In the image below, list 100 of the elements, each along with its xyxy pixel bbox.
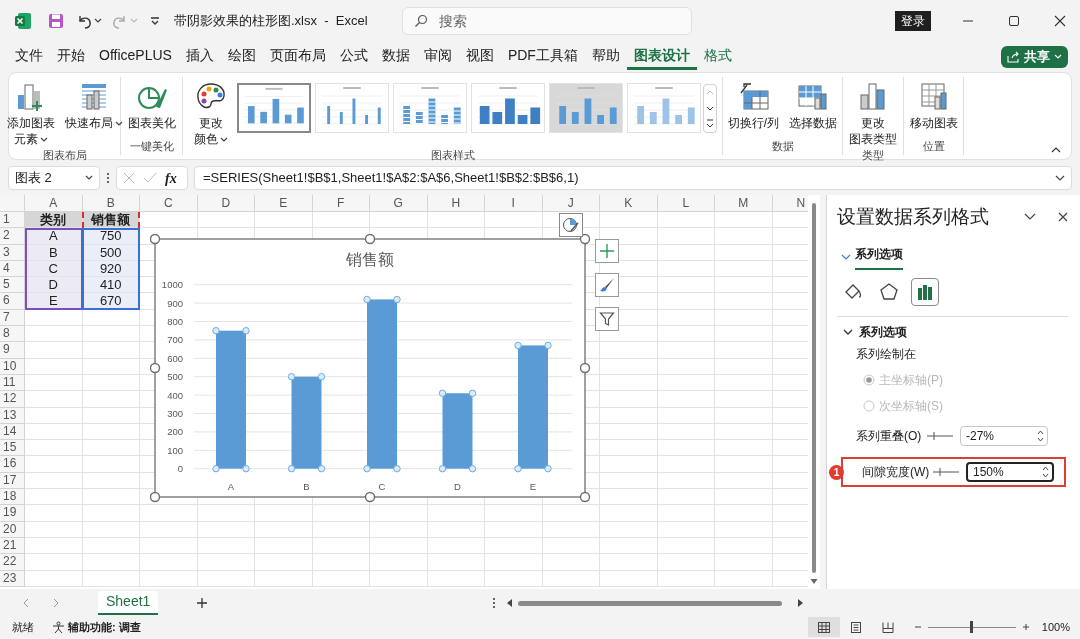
resize-handle[interactable] xyxy=(364,234,376,245)
name-box[interactable]: 图表 2 xyxy=(8,166,100,190)
resize-handle[interactable] xyxy=(579,234,591,245)
column-header[interactable]: F xyxy=(312,195,370,212)
maximize-icon[interactable] xyxy=(1008,15,1020,27)
column-header[interactable]: B xyxy=(82,195,140,212)
row-header[interactable]: 2 xyxy=(0,228,25,245)
normal-view-button[interactable] xyxy=(807,617,840,637)
column-header[interactable]: C xyxy=(140,195,198,212)
resize-handle[interactable] xyxy=(150,234,161,245)
vertical-scrollbar[interactable] xyxy=(808,195,820,589)
close-icon[interactable] xyxy=(1054,15,1066,27)
ribbon-tab[interactable]: 绘图 xyxy=(220,44,263,70)
ribbon-tab[interactable]: 视图 xyxy=(458,44,501,70)
accessibility-icon[interactable] xyxy=(52,620,65,634)
ribbon-button[interactable]: 选择数据 xyxy=(784,77,843,131)
slider-icon[interactable] xyxy=(926,431,954,441)
row-header[interactable]: 15 xyxy=(0,440,25,457)
table-cell xyxy=(657,537,715,555)
more-icon[interactable] xyxy=(492,596,497,609)
ribbon-tab[interactable]: 帮助 xyxy=(584,44,627,70)
column-header[interactable]: M xyxy=(715,195,773,212)
spin-field[interactable]: 150% xyxy=(966,462,1054,482)
sign-in-button[interactable]: 登录 xyxy=(895,11,931,31)
collapse-ribbon-icon[interactable] xyxy=(1051,146,1061,153)
table-cell xyxy=(657,440,715,457)
ribbon-button[interactable]: 更改 颜色 xyxy=(188,77,233,147)
resize-handle[interactable] xyxy=(150,491,161,503)
spinner-arrows-icon[interactable] xyxy=(1037,429,1044,443)
column-header[interactable]: I xyxy=(485,195,543,212)
ribbon-tab[interactable]: 审阅 xyxy=(416,44,459,70)
quick-analysis-button[interactable] xyxy=(559,213,583,237)
excel-logo-icon[interactable] xyxy=(14,12,32,30)
ribbon-tab[interactable]: 插入 xyxy=(178,44,221,70)
row-header[interactable]: 19 xyxy=(0,505,25,522)
formula-field[interactable]: =SERIES(Sheet1!$B$1,Sheet1!$A$2:$A$6,Sheet1!$B$2:$B$6,1) xyxy=(194,166,1072,190)
ribbon-tab[interactable]: 数据 xyxy=(374,44,417,70)
close-icon[interactable] xyxy=(1058,212,1068,222)
zoom-in-icon[interactable] xyxy=(1021,623,1030,631)
row-header[interactable]: 1 xyxy=(0,212,25,229)
ribbon-button[interactable]: 切换行/列 xyxy=(722,77,785,131)
insert-function-button[interactable]: fx xyxy=(165,167,177,189)
row-header[interactable]: 5 xyxy=(0,277,25,294)
ribbon-tab[interactable]: 开始 xyxy=(50,44,92,70)
row-header[interactable]: 9 xyxy=(0,342,25,359)
zoom-level[interactable]: 100% xyxy=(1041,618,1070,636)
chart-elements-button[interactable] xyxy=(595,239,619,263)
slider-icon[interactable] xyxy=(932,467,960,477)
undo-icon[interactable] xyxy=(76,13,92,29)
bar-chart-tab[interactable] xyxy=(911,278,939,306)
column-header[interactable]: G xyxy=(370,195,428,212)
save-icon[interactable] xyxy=(48,13,64,29)
expand-icon[interactable] xyxy=(1055,175,1065,181)
ribbon-button[interactable]: 更改 图表类型 xyxy=(844,77,902,147)
row-header[interactable]: 22 xyxy=(0,554,25,571)
resize-handle[interactable] xyxy=(150,362,161,374)
row-header[interactable]: 16 xyxy=(0,456,25,473)
column-header[interactable]: J xyxy=(542,195,600,212)
ribbon-tab[interactable]: OfficePLUS xyxy=(92,44,179,70)
table-cell xyxy=(25,423,83,441)
row-header[interactable]: 18 xyxy=(0,489,25,506)
ribbon-tab[interactable]: 格式 xyxy=(696,44,739,70)
ribbon-button[interactable]: 移动图表 xyxy=(904,77,963,131)
ribbon-tab[interactable]: 文件 xyxy=(8,44,50,70)
zoom-slider[interactable] xyxy=(927,621,1016,633)
add-sheet-icon[interactable] xyxy=(196,596,209,609)
row-header[interactable]: 6 xyxy=(0,293,25,310)
column-header[interactable]: L xyxy=(657,195,715,212)
column-header[interactable]: A xyxy=(25,195,83,212)
share-button[interactable]: 共享 xyxy=(1001,46,1068,68)
accessibility-status[interactable]: 辅助功能: 调查 xyxy=(68,618,141,636)
chart-style-thumbnail[interactable] xyxy=(236,83,311,133)
horizontal-scrollbar[interactable] xyxy=(506,596,805,609)
previous-sheet-icon[interactable] xyxy=(22,597,30,608)
column-header[interactable]: E xyxy=(255,195,313,212)
resize-handle[interactable] xyxy=(579,491,591,503)
search-field[interactable]: 搜索 xyxy=(402,7,692,35)
column-header[interactable]: D xyxy=(197,195,255,212)
spin-field[interactable]: -27% xyxy=(960,426,1048,446)
next-sheet-icon[interactable] xyxy=(52,597,60,608)
customize-icon[interactable] xyxy=(150,16,160,26)
more-icon[interactable] xyxy=(106,172,110,184)
resize-handle[interactable] xyxy=(579,362,591,374)
sheet-tab[interactable]: Sheet1 xyxy=(98,590,159,615)
column-header[interactable]: H xyxy=(427,195,485,212)
section-header[interactable]: 系列选项 xyxy=(843,323,1068,341)
pane-tab[interactable]: 系列选项 xyxy=(855,245,903,270)
resize-handle[interactable] xyxy=(364,491,376,503)
column-header[interactable]: K xyxy=(600,195,658,212)
row-header[interactable]: 12 xyxy=(0,391,25,408)
pane-options-icon[interactable] xyxy=(1024,213,1036,221)
column-header[interactable]: N xyxy=(772,195,808,212)
ribbon-button[interactable]: 添加图表 元素 xyxy=(1,77,60,147)
spinner-arrows-icon[interactable] xyxy=(1042,465,1049,479)
ribbon-tab[interactable]: 公式 xyxy=(332,44,375,70)
chart-filters-button[interactable] xyxy=(595,307,619,331)
chart-styles-button[interactable] xyxy=(595,273,619,297)
row-header[interactable]: 8 xyxy=(0,326,25,343)
ribbon-tab[interactable]: PDF工具箱 xyxy=(500,44,585,70)
ribbon-tab[interactable]: 页面布局 xyxy=(262,44,333,70)
